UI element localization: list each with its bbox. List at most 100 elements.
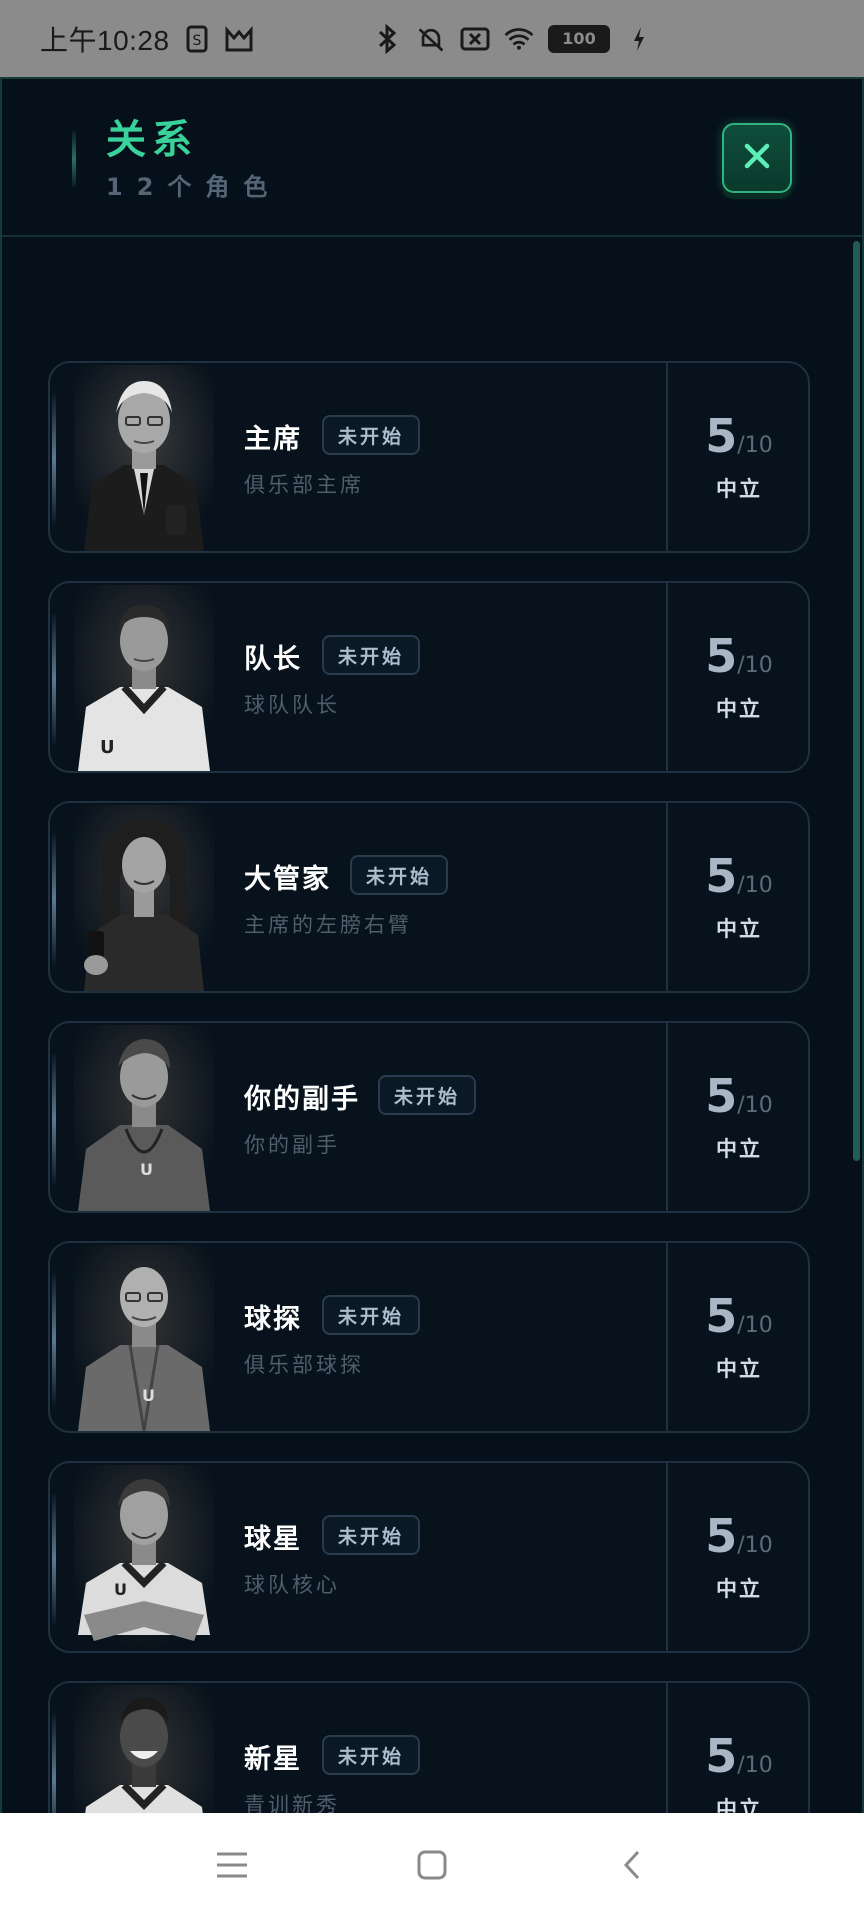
character-count: 12个角色 xyxy=(106,173,282,201)
character-list[interactable]: 主席 未开始 俱乐部主席 5/10 中立 U 队长 未开始 球队队长 5/10 … xyxy=(2,239,862,1815)
score-max: /10 xyxy=(737,1093,773,1118)
status-bar: 上午10:28 S 100 xyxy=(0,0,864,77)
portrait-assistant: U xyxy=(74,1025,214,1211)
no-sim-icon xyxy=(460,24,490,54)
status-badge: 未开始 xyxy=(322,1295,421,1335)
system-nav-bar xyxy=(0,1813,864,1920)
relations-panel: 关系 12个角色 主席 未开始 俱乐部主席 5/10 中立 U 队长 未开始 球… xyxy=(0,77,864,1815)
character-card[interactable]: U 新星 未开始 青训新秀 5/10 中立 xyxy=(48,1681,810,1815)
card-edge xyxy=(52,1273,56,1405)
close-icon xyxy=(741,140,773,176)
relationship-score: 5/10 xyxy=(668,629,810,683)
score-value: 5 xyxy=(705,1509,738,1563)
score-max: /10 xyxy=(737,1533,773,1558)
menu-button[interactable] xyxy=(212,1847,252,1887)
bluetooth-icon xyxy=(372,23,402,54)
card-edge xyxy=(52,833,56,965)
score-max: /10 xyxy=(737,433,773,458)
card-edge xyxy=(52,613,56,745)
portrait-chairman xyxy=(74,365,214,551)
score-max: /10 xyxy=(737,1753,773,1778)
score-value: 5 xyxy=(705,1289,738,1343)
character-role: 球队队长 xyxy=(244,693,340,717)
header-accent-bar xyxy=(72,131,76,187)
card-edge xyxy=(52,393,56,525)
menu-icon xyxy=(215,1851,249,1883)
portrait-housekeeper xyxy=(74,805,214,991)
charging-icon xyxy=(624,24,654,54)
card-edge xyxy=(52,1053,56,1185)
mood-label: 中立 xyxy=(716,917,762,941)
character-card[interactable]: U 队长 未开始 球队队长 5/10 中立 xyxy=(48,581,810,773)
character-role: 青训新秀 xyxy=(244,1793,340,1815)
mood-label: 中立 xyxy=(716,1357,762,1381)
mood-label: 中立 xyxy=(716,1137,762,1161)
card-edge xyxy=(52,1493,56,1625)
status-badge: 未开始 xyxy=(350,855,449,895)
page-title: 关系 xyxy=(106,117,198,163)
mood-label: 中立 xyxy=(716,1797,762,1815)
close-button[interactable] xyxy=(722,123,792,193)
character-role: 主席的左膀右臂 xyxy=(244,913,412,937)
wifi-icon xyxy=(504,24,534,54)
home-button[interactable] xyxy=(412,1847,452,1887)
svg-text:U: U xyxy=(142,1386,155,1405)
character-name: 队长 xyxy=(244,644,302,675)
score-value: 5 xyxy=(705,629,738,683)
relationship-score: 5/10 xyxy=(668,1729,810,1783)
character-name: 球星 xyxy=(244,1524,302,1555)
relationship-score: 5/10 xyxy=(668,1509,810,1563)
status-badge: 未开始 xyxy=(322,1735,421,1775)
svg-text:U: U xyxy=(114,1580,127,1599)
character-role: 俱乐部主席 xyxy=(244,473,364,497)
relationship-score: 5/10 xyxy=(668,849,810,903)
score-max: /10 xyxy=(737,653,773,678)
mute-icon xyxy=(416,24,446,54)
mood-label: 中立 xyxy=(716,1577,762,1601)
back-icon xyxy=(622,1849,642,1885)
character-card[interactable]: U 球探 未开始 俱乐部球探 5/10 中立 xyxy=(48,1241,810,1433)
character-card[interactable]: U 球星 未开始 球队核心 5/10 中立 xyxy=(48,1461,810,1653)
character-name: 你的副手 xyxy=(244,1084,360,1115)
character-role: 球队核心 xyxy=(244,1573,340,1597)
scrollbar[interactable] xyxy=(853,241,860,1161)
portrait-rising-star: U xyxy=(74,1685,214,1815)
character-card[interactable]: 主席 未开始 俱乐部主席 5/10 中立 xyxy=(48,361,810,553)
status-time: 上午10:28 xyxy=(40,24,170,56)
score-value: 5 xyxy=(705,409,738,463)
mood-label: 中立 xyxy=(716,697,762,721)
character-role: 俱乐部球探 xyxy=(244,1353,364,1377)
cat-icon xyxy=(224,24,254,54)
svg-text:S: S xyxy=(192,33,201,49)
character-name: 球探 xyxy=(244,1304,302,1335)
back-button[interactable] xyxy=(612,1847,652,1887)
mood-label: 中立 xyxy=(716,477,762,501)
card-edge xyxy=(52,1713,56,1815)
score-max: /10 xyxy=(737,873,773,898)
svg-text:U: U xyxy=(140,1160,153,1179)
score-value: 5 xyxy=(705,1729,738,1783)
character-name: 大管家 xyxy=(244,864,331,895)
status-badge: 未开始 xyxy=(378,1075,477,1115)
status-badge: 未开始 xyxy=(322,415,421,455)
score-value: 5 xyxy=(705,1069,738,1123)
battery-icon: 100 xyxy=(548,24,610,53)
character-name: 主席 xyxy=(244,424,302,455)
panel-header: 关系 12个角色 xyxy=(2,79,862,237)
home-icon xyxy=(416,1849,448,1885)
portrait-captain: U xyxy=(74,585,214,771)
character-role: 你的副手 xyxy=(244,1133,340,1157)
portrait-scout: U xyxy=(74,1245,214,1432)
portrait-star-player: U xyxy=(74,1465,214,1651)
svg-text:U: U xyxy=(100,737,115,758)
character-name: 新星 xyxy=(244,1744,302,1775)
score-max: /10 xyxy=(737,1313,773,1338)
relationship-score: 5/10 xyxy=(668,1069,810,1123)
score-value: 5 xyxy=(705,849,738,903)
status-badge: 未开始 xyxy=(322,635,421,675)
character-card[interactable]: 大管家 未开始 主席的左膀右臂 5/10 中立 xyxy=(48,801,810,993)
status-badge: 未开始 xyxy=(322,1515,421,1555)
relationship-score: 5/10 xyxy=(668,409,810,463)
character-card[interactable]: U 你的副手 未开始 你的副手 5/10 中立 xyxy=(48,1021,810,1213)
relationship-score: 5/10 xyxy=(668,1289,810,1343)
